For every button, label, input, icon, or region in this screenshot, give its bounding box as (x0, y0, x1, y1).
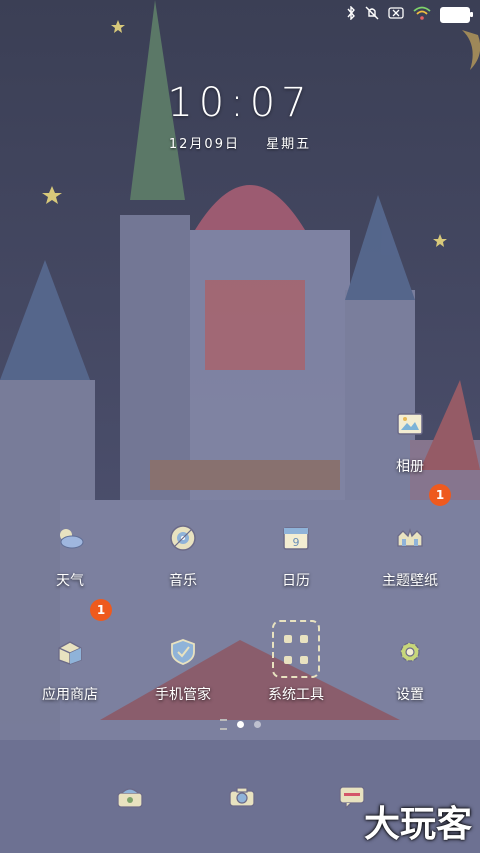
weather-icon (48, 516, 92, 560)
app-label: 天气 (56, 573, 84, 589)
app-label: 相册 (396, 459, 424, 475)
folder-icon (272, 620, 320, 678)
app-security[interactable]: 手机管家 (133, 630, 233, 704)
app-settings[interactable]: 设置 (360, 630, 460, 704)
security-icon (161, 630, 205, 674)
calendar-day-number: 9 (293, 536, 300, 549)
page-indicator (0, 719, 480, 730)
battery-icon (440, 7, 473, 23)
app-theme[interactable]: 主题壁纸 (360, 516, 460, 590)
camera-icon[interactable] (220, 782, 264, 812)
mute-icon (365, 6, 379, 24)
date-line: 12月09日 星期五 (0, 133, 480, 152)
store-icon (48, 630, 92, 674)
page-dot-active[interactable] (236, 721, 244, 728)
app-label: 应用商店 (42, 687, 98, 703)
notification-badge: 1 (90, 599, 112, 621)
app-folder-tools[interactable]: 系统工具 (246, 620, 346, 704)
calendar-icon: 9 (274, 516, 318, 560)
app-label: 设置 (396, 687, 424, 703)
bluetooth-icon (346, 5, 356, 24)
app-store[interactable]: 应用商店 (20, 630, 120, 704)
date-weekday: 星期五 (266, 137, 312, 152)
clock-time: 10:07 (167, 80, 313, 126)
page-dot[interactable] (253, 721, 261, 728)
wifi-icon (413, 6, 431, 24)
app-calendar[interactable]: 9 日历 (246, 516, 346, 590)
page-menu-icon[interactable] (219, 719, 227, 730)
sim-off-icon (388, 7, 404, 23)
app-music[interactable]: 音乐 (133, 516, 233, 590)
app-gallery[interactable]: 相册 (360, 402, 460, 476)
date-month-day: 12月09日 (168, 137, 240, 152)
app-label: 日历 (282, 573, 310, 589)
music-icon (161, 516, 205, 560)
notification-badge: 1 (429, 484, 451, 506)
settings-icon (388, 630, 432, 674)
app-label: 音乐 (169, 573, 197, 589)
watermark-logo: 大玩客 (363, 803, 472, 845)
status-bar (0, 0, 480, 28)
app-weather[interactable]: 天气 (20, 516, 120, 590)
app-label: 主题壁纸 (382, 573, 438, 589)
app-label: 系统工具 (268, 687, 324, 703)
gallery-icon (388, 402, 432, 446)
theme-icon (388, 516, 432, 560)
phone-icon[interactable] (108, 782, 152, 812)
app-label: 手机管家 (155, 687, 211, 703)
